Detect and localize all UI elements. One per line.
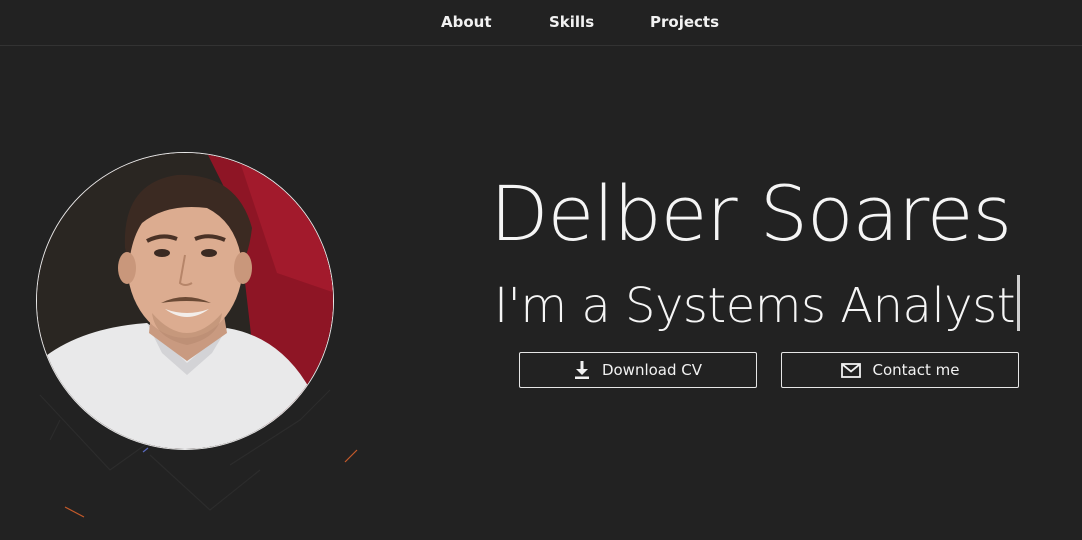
download-cv-label: Download CV	[601, 361, 703, 379]
profile-avatar	[36, 152, 334, 450]
hero-role-line: I'm a Systems Analyst	[494, 270, 1021, 342]
nav-link-skills[interactable]: Skills	[549, 13, 594, 31]
nav-link-about[interactable]: About	[441, 13, 492, 31]
typing-cursor	[1017, 275, 1021, 331]
top-navbar: About Skills Projects	[0, 0, 1082, 46]
hero-role-text: I'm a Systems Analyst	[494, 278, 1016, 334]
contact-me-button[interactable]: Contact me	[781, 352, 1019, 388]
contact-me-label: Contact me	[872, 361, 960, 379]
hero-name: Delber Soares	[490, 169, 1012, 258]
download-cv-button[interactable]: Download CV	[519, 352, 757, 388]
page: About Skills Projects Delber Soares I'm …	[0, 0, 1082, 540]
download-icon	[574, 361, 590, 379]
nav-link-projects[interactable]: Projects	[650, 13, 719, 31]
mail-icon	[840, 362, 861, 378]
profile-photo	[37, 153, 333, 449]
